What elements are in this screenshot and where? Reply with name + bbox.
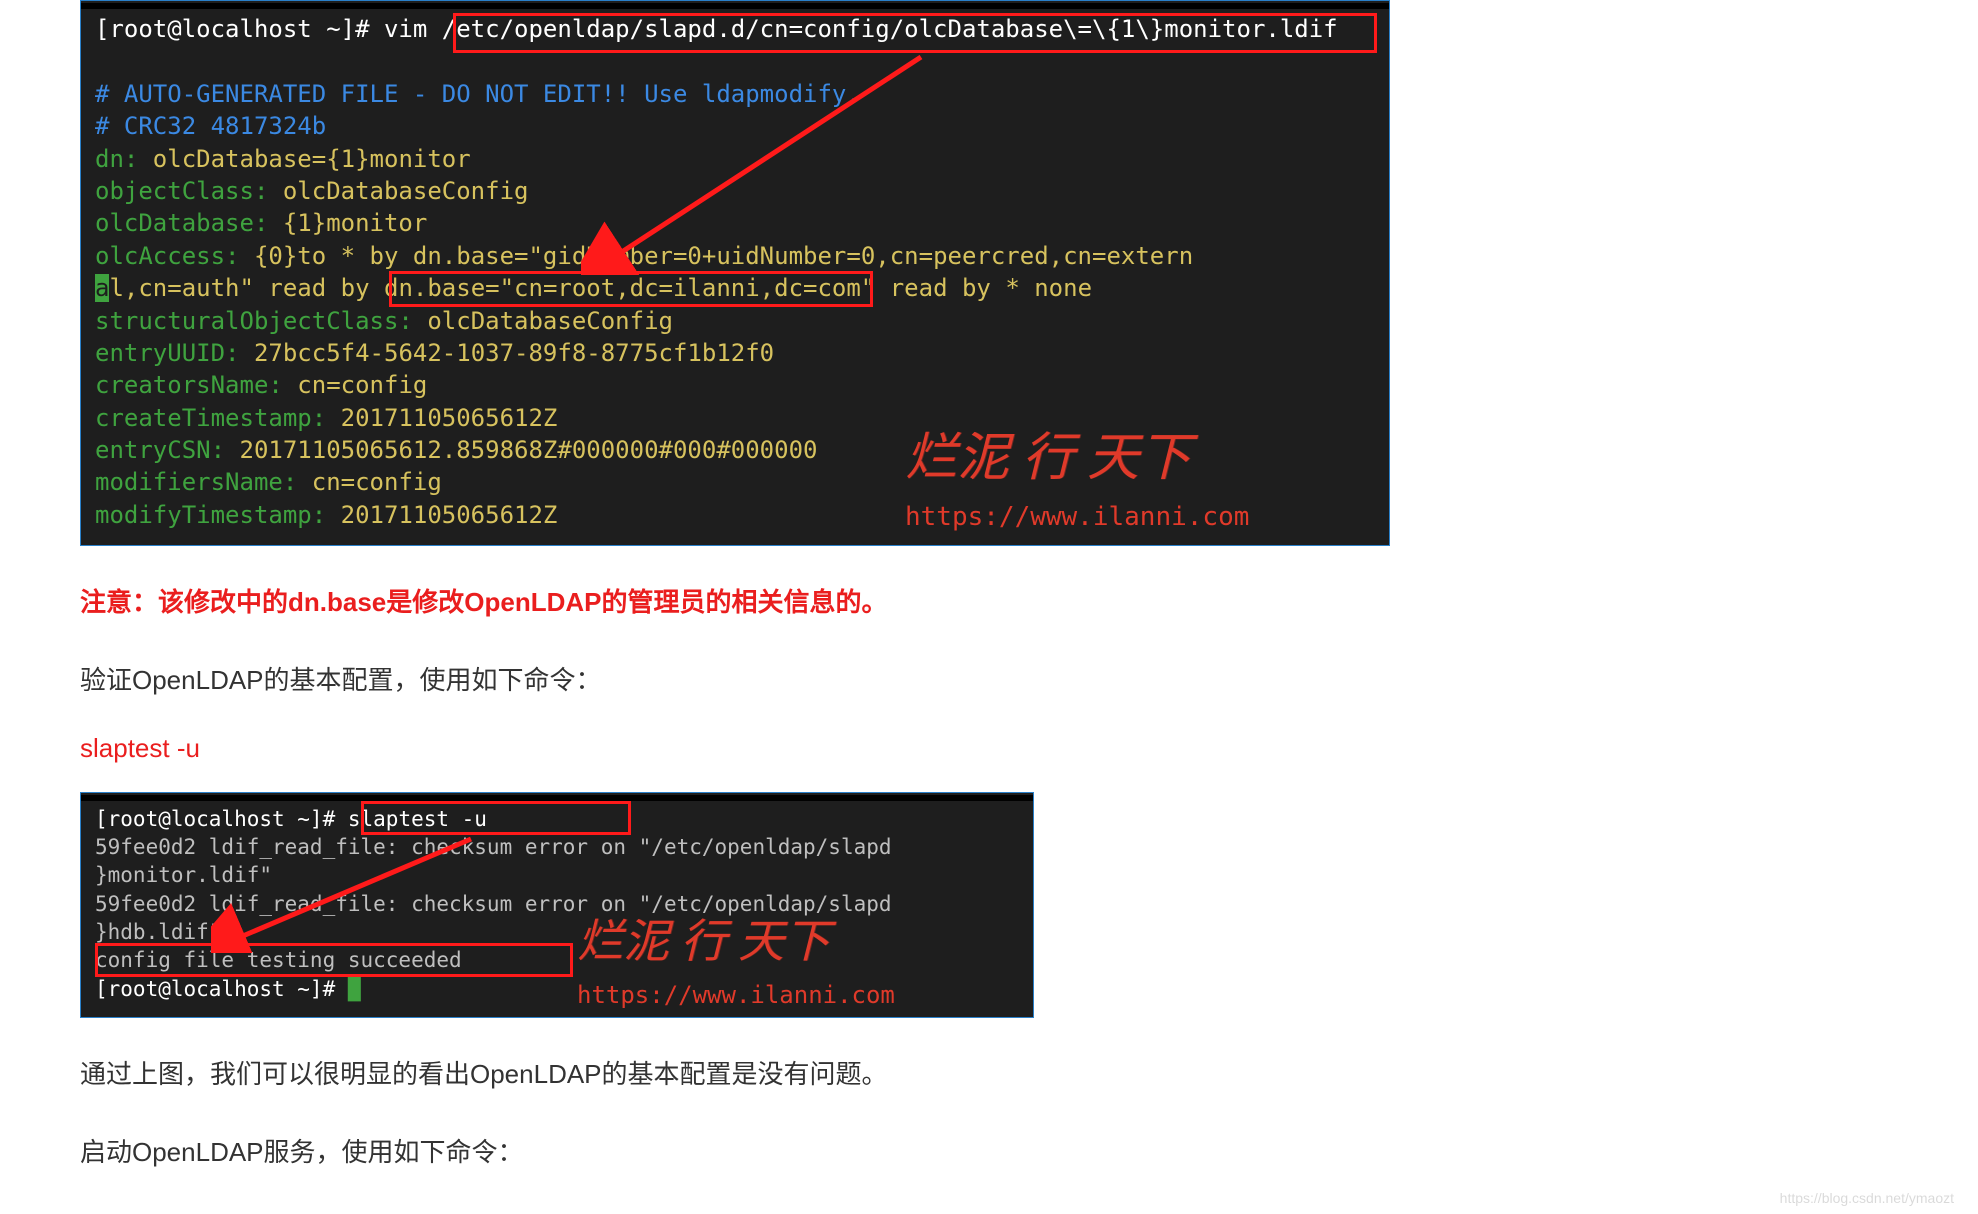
comment-line: # AUTO-GENERATED FILE - DO NOT EDIT!! Us…: [95, 80, 861, 108]
terminal-block-2: [root@localhost ~]# slaptest -u 59fee0d2…: [80, 792, 1034, 1018]
vim-command: vim /etc/openldap/slapd.d/cn=config/olcD…: [384, 15, 1338, 43]
key: olcDatabase:: [95, 209, 268, 237]
key: dn:: [95, 145, 138, 173]
key: modifiersName:: [95, 468, 297, 496]
conclusion-paragraph: 通过上图，我们可以很明显的看出OpenLDAP的基本配置是没有问题。: [80, 1052, 1700, 1096]
note-red-paragraph: 注意：该修改中的dn.base是修改OpenLDAP的管理员的相关信息的。: [80, 580, 1700, 624]
val: l,cn=auth" read by: [109, 274, 384, 302]
val: cn=config: [297, 468, 442, 496]
out-line: 59fee0d2 ldif_read_file: checksum error …: [95, 892, 892, 916]
prompt: [root@localhost ~]#: [95, 15, 384, 43]
key: createTimestamp:: [95, 404, 326, 432]
val: olcDatabase={1}monitor: [138, 145, 470, 173]
val: 20171105065612.859868Z#000000#000#000000: [225, 436, 817, 464]
out-line: 59fee0d2 ldif_read_file: checksum error …: [95, 835, 892, 859]
crc-line: # CRC32 4817324b: [95, 112, 326, 140]
val: cn=config: [283, 371, 428, 399]
key: entryUUID:: [95, 339, 240, 367]
val: read by * none: [875, 274, 1092, 302]
terminal-block-1: [root@localhost ~]# vim /etc/openldap/sl…: [80, 0, 1390, 546]
page-watermark: https://blog.csdn.net/ymaozt: [1780, 1190, 1954, 1206]
key: olcAccess:: [95, 242, 240, 270]
val: {1}monitor: [268, 209, 427, 237]
key: modifyTimestamp:: [95, 501, 326, 529]
cursor: █: [348, 977, 361, 1001]
slaptest-command: slaptest -u: [80, 733, 1700, 764]
val: 20171105065612Z: [326, 404, 557, 432]
out-line: }hdb.ldif": [95, 920, 221, 944]
val: {0}to * by dn.base="gidNumber=0+uidNumbe…: [240, 242, 1194, 270]
start-service-paragraph: 启动OpenLDAP服务，使用如下命令：: [80, 1130, 1700, 1174]
success-line: config file testing succeeded: [95, 948, 462, 972]
val: 20171105065612Z: [326, 501, 557, 529]
cursor-hl: a: [95, 274, 109, 302]
val: olcDatabaseConfig: [413, 307, 673, 335]
verify-paragraph: 验证OpenLDAP的基本配置，使用如下命令：: [80, 658, 1700, 702]
val: 27bcc5f4-5642-1037-89f8-8775cf1b12f0: [240, 339, 775, 367]
prompt: [root@localhost ~]#: [95, 977, 348, 1001]
key: entryCSN:: [95, 436, 225, 464]
key: creatorsName:: [95, 371, 283, 399]
prompt: [root@localhost ~]#: [95, 807, 348, 831]
slaptest-cmd: slaptest -u: [348, 807, 487, 831]
dn-base-hl: dn.base="cn=root,dc=ilanni,dc=com": [384, 274, 875, 302]
key: objectClass:: [95, 177, 268, 205]
key: structuralObjectClass:: [95, 307, 413, 335]
val: olcDatabaseConfig: [268, 177, 528, 205]
out-line: }monitor.ldif": [95, 863, 272, 887]
